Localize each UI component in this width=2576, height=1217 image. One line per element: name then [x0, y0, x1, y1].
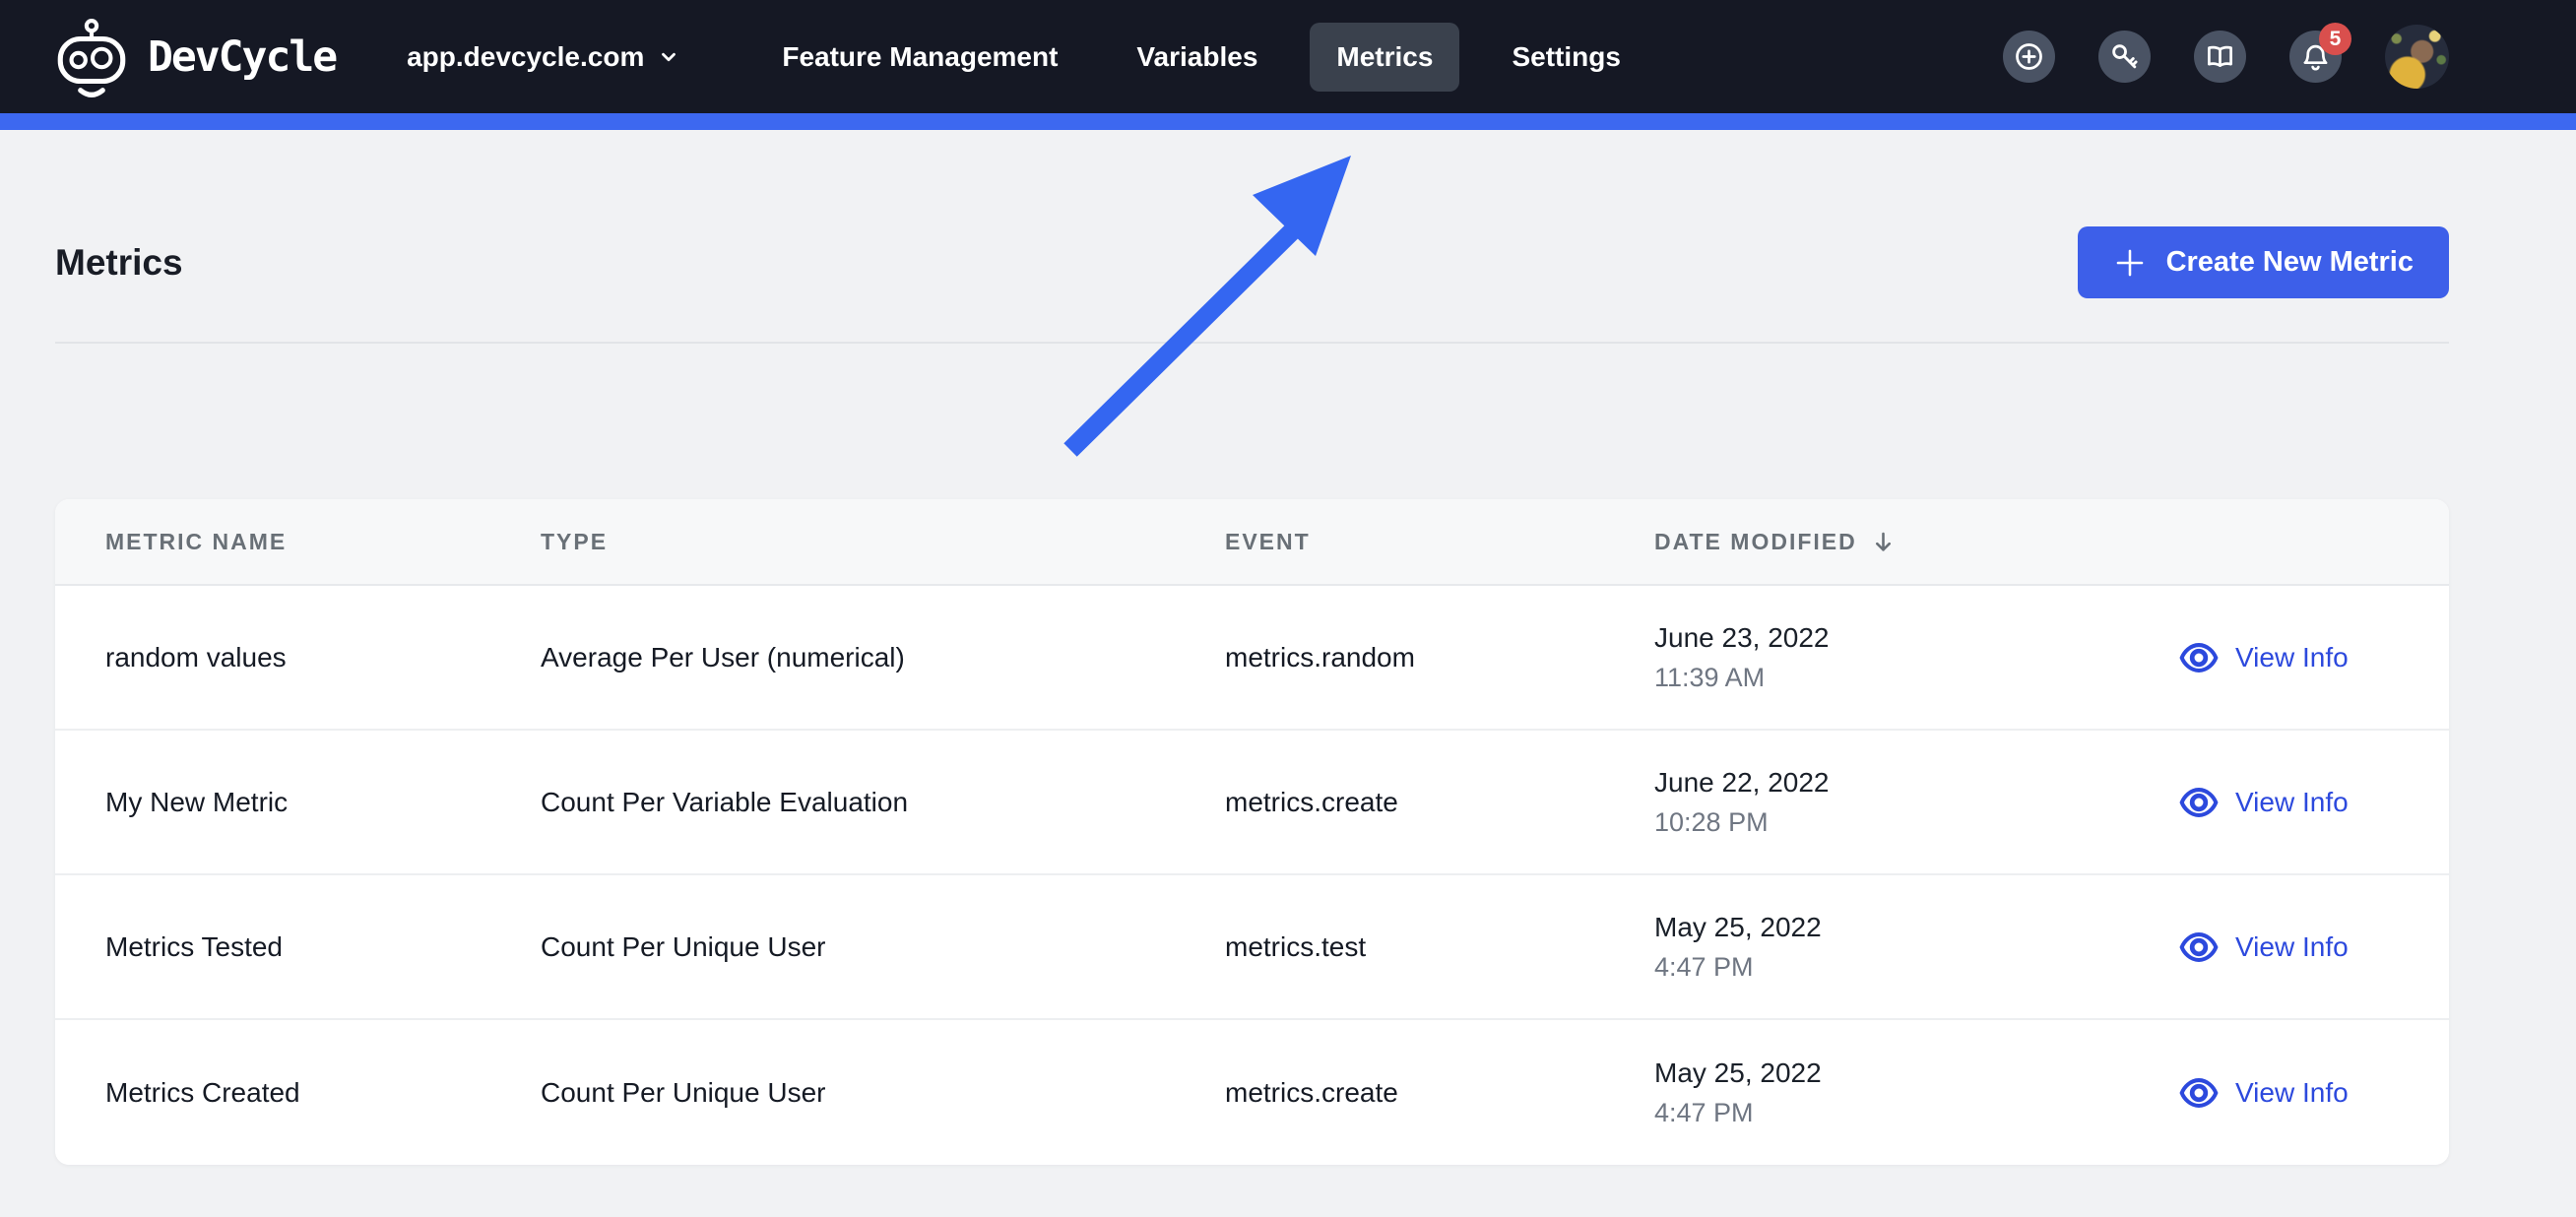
- view-info-button[interactable]: View Info: [2178, 927, 2349, 968]
- user-avatar[interactable]: [2385, 25, 2449, 89]
- metric-event-cell: metrics.test: [1225, 930, 1367, 962]
- metric-type-cell: Count Per Unique User: [541, 1076, 826, 1108]
- plus-icon: [2116, 249, 2143, 276]
- metric-name-cell: Metrics Tested: [105, 930, 283, 962]
- column-header-type: TYPE: [541, 528, 609, 554]
- view-info-button[interactable]: View Info: [2178, 782, 2349, 823]
- metric-name-cell: random values: [105, 641, 287, 673]
- view-info-label: View Info: [2235, 786, 2349, 817]
- date-modified-cell: June 23, 2022 11:39 AM: [1654, 621, 1830, 692]
- metric-event-cell: metrics.create: [1225, 786, 1398, 817]
- nav-item-settings[interactable]: Settings: [1512, 41, 1620, 73]
- eye-icon: [2179, 1077, 2219, 1108]
- org-selector-label: app.devcycle.com: [407, 40, 645, 72]
- robot-icon: [57, 18, 126, 97]
- eye-icon: [2179, 787, 2219, 817]
- create-new-metric-button[interactable]: Create New Metric: [2077, 226, 2449, 298]
- metric-event-cell: metrics.random: [1225, 641, 1415, 673]
- view-info-label: View Info: [2235, 641, 2349, 673]
- api-keys-button[interactable]: [2098, 31, 2151, 83]
- column-header-date-modified[interactable]: DATE MODIFIED: [1654, 529, 2178, 555]
- key-icon: [2112, 44, 2138, 69]
- metrics-table: METRIC NAME TYPE EVENT DATE MODIFIED ran…: [55, 499, 2449, 1165]
- page-title: Metrics: [55, 241, 183, 283]
- chevron-down-icon: [662, 52, 676, 61]
- metric-type-cell: Count Per Variable Evaluation: [541, 786, 909, 817]
- sort-descending-icon: [1875, 532, 1891, 551]
- notifications-button[interactable]: 5: [2289, 23, 2351, 83]
- eye-icon: [2179, 931, 2219, 962]
- column-header-event: EVENT: [1225, 528, 1311, 554]
- top-navbar: DevCycle app.devcycle.com Feature Manage…: [0, 0, 2576, 113]
- nav-item-feature-management[interactable]: Feature Management: [782, 41, 1058, 73]
- table-row: random values Average Per User (numerica…: [55, 586, 2449, 731]
- accent-bar: [0, 113, 2576, 130]
- metric-event-cell: metrics.create: [1225, 1076, 1398, 1108]
- org-selector[interactable]: app.devcycle.com: [407, 41, 679, 73]
- section-divider: [55, 342, 2449, 344]
- view-info-label: View Info: [2235, 1076, 2349, 1108]
- date-modified-cell: May 25, 2022 4:47 PM: [1654, 911, 1822, 982]
- view-info-button[interactable]: View Info: [2178, 1072, 2349, 1114]
- brand[interactable]: DevCycle: [55, 12, 338, 102]
- table-row: Metrics Tested Count Per Unique User met…: [55, 875, 2449, 1020]
- metric-name-cell: Metrics Created: [105, 1076, 300, 1108]
- add-button[interactable]: [2003, 31, 2055, 83]
- main-content: Metrics Create New Metric METRIC NAME TY…: [0, 226, 2576, 1165]
- metric-name-cell: My New Metric: [105, 786, 289, 817]
- create-new-metric-label: Create New Metric: [2165, 246, 2414, 278]
- table-header-row: METRIC NAME TYPE EVENT DATE MODIFIED: [55, 499, 2449, 586]
- primary-nav: Feature Management Variables Metrics Set…: [782, 22, 1621, 92]
- docs-button[interactable]: [2194, 31, 2246, 83]
- nav-item-variables[interactable]: Variables: [1136, 41, 1257, 73]
- metric-type-cell: Count Per Unique User: [541, 930, 826, 962]
- book-open-icon: [2208, 45, 2232, 68]
- table-row: My New Metric Count Per Variable Evaluat…: [55, 731, 2449, 875]
- view-info-label: View Info: [2235, 930, 2349, 962]
- notification-count-badge: 5: [2319, 23, 2351, 55]
- column-header-metric-name: METRIC NAME: [105, 528, 288, 554]
- navbar-actions: 5: [2003, 23, 2449, 89]
- plus-circle-icon: [2016, 43, 2042, 70]
- view-info-button[interactable]: View Info: [2178, 637, 2349, 678]
- date-modified-cell: June 22, 2022 10:28 PM: [1654, 766, 1830, 837]
- page-header: Metrics Create New Metric: [55, 226, 2449, 298]
- eye-icon: [2179, 642, 2219, 673]
- nav-item-metrics[interactable]: Metrics: [1310, 22, 1460, 92]
- metric-type-cell: Average Per User (numerical): [541, 641, 905, 673]
- table-row: Metrics Created Count Per Unique User me…: [55, 1020, 2449, 1165]
- brand-name: DevCycle: [148, 32, 338, 82]
- date-modified-cell: May 25, 2022 4:47 PM: [1654, 1057, 1822, 1127]
